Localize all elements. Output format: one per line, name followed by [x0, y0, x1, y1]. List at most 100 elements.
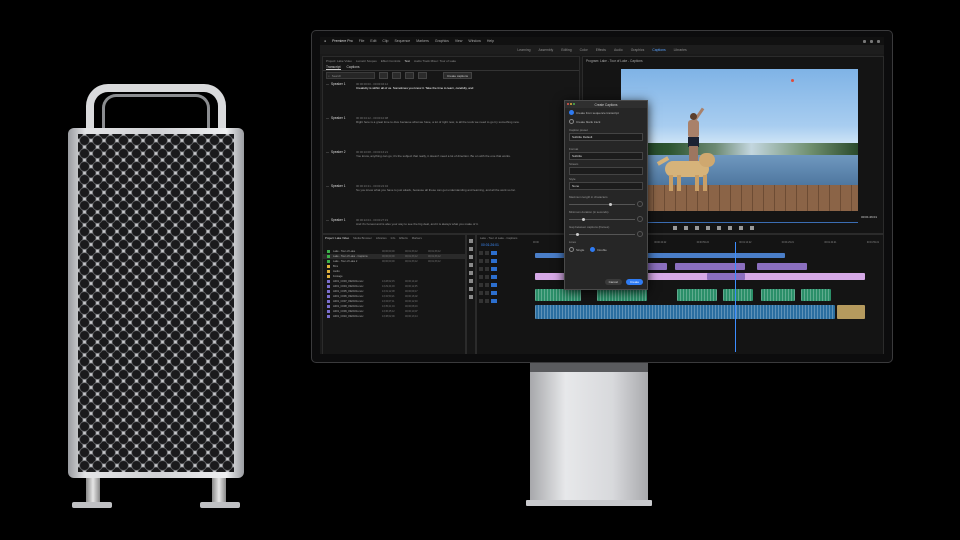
cancel-button[interactable]: Cancel: [604, 279, 622, 285]
program-title[interactable]: Program: Lake - Tour of Lake - Captions: [586, 59, 643, 63]
format-select[interactable]: Subtitle: [569, 152, 643, 160]
audio-clip[interactable]: [677, 289, 717, 301]
stream-select[interactable]: [569, 167, 643, 175]
audio-clip[interactable]: [535, 289, 581, 301]
segment-text[interactable]: So you know what you have to just attack…: [356, 188, 576, 192]
segment-text[interactable]: Right here is a great time to dive becau…: [356, 120, 576, 124]
tab-info[interactable]: Info: [391, 236, 396, 240]
audio-clip[interactable]: [837, 305, 865, 319]
ws-captions[interactable]: Captions: [652, 48, 665, 52]
project-item-row[interactable]: A001_C010_0322UG.mov 13;38;02;09 00;00;13;…: [323, 314, 465, 319]
menu-clip[interactable]: Clip: [382, 39, 388, 43]
menu-markers[interactable]: Markers: [416, 39, 429, 43]
track-header-a1[interactable]: [477, 281, 531, 289]
menu-file[interactable]: File: [359, 39, 365, 43]
tab-libraries[interactable]: Libraries: [376, 236, 387, 240]
create-captions-button[interactable]: Create captions: [443, 72, 473, 79]
tab-lumetri-scopes[interactable]: Lumetri Scopes: [356, 59, 377, 63]
zoom-dot-icon[interactable]: [573, 103, 575, 105]
apple-icon[interactable]: ●: [324, 39, 326, 43]
maximize-icon[interactable]: [870, 39, 873, 43]
segment-text[interactable]: You know, anything can go; it's the subj…: [356, 154, 576, 158]
mark-in-icon[interactable]: [673, 226, 677, 230]
video-clip[interactable]: [707, 273, 745, 280]
speaker-label[interactable]: Speaker 1: [331, 218, 346, 222]
tab-audio-mixer[interactable]: Audio Track Mixer: Tour of Lake: [414, 59, 456, 63]
timeline-timecode[interactable]: 00:01:26:01: [481, 243, 499, 247]
play-icon[interactable]: [706, 226, 710, 230]
subtab-captions[interactable]: Captions: [347, 65, 360, 69]
export-frame-icon[interactable]: [750, 226, 754, 230]
tab-media-browser[interactable]: Media Browser: [353, 236, 372, 240]
menu-view[interactable]: View: [455, 39, 463, 43]
option-from-transcript[interactable]: Create from sequence transcript: [565, 108, 647, 117]
ws-editing[interactable]: Editing: [561, 48, 571, 52]
menu-help[interactable]: Help: [487, 39, 494, 43]
video-frame[interactable]: [621, 69, 858, 211]
ws-graphics[interactable]: Graphics: [631, 48, 645, 52]
video-clip[interactable]: [757, 263, 807, 270]
type-tool-icon[interactable]: [469, 295, 473, 299]
style-select[interactable]: None: [569, 182, 643, 190]
tab-project[interactable]: Project: Lake Video: [326, 59, 352, 63]
search-input[interactable]: ⌕ Search: [326, 72, 375, 79]
speaker-label[interactable]: Speaker 1: [331, 116, 346, 120]
track-header-v1[interactable]: [477, 273, 531, 281]
selection-tool-icon[interactable]: [469, 239, 473, 243]
next-icon[interactable]: [392, 72, 401, 79]
preset-select[interactable]: Subtitle Default: [569, 133, 643, 141]
ws-audio[interactable]: Audio: [614, 48, 623, 52]
segment-text[interactable]: And it's honest and is also your way to …: [356, 222, 576, 226]
close-dot-icon[interactable]: [567, 103, 569, 105]
ws-libraries[interactable]: Libraries: [674, 48, 687, 52]
track-header-c1[interactable]: [477, 249, 531, 257]
dots-icon[interactable]: ⋯: [326, 218, 329, 222]
track-header-a3[interactable]: [477, 297, 531, 305]
add-icon[interactable]: [405, 72, 414, 79]
pen-tool-icon[interactable]: [469, 279, 473, 283]
track-header-a2[interactable]: [477, 289, 531, 297]
audio-clip[interactable]: [761, 289, 795, 301]
subtab-transcript[interactable]: Transcript: [326, 65, 341, 70]
gap-slider[interactable]: [569, 231, 643, 237]
radio-selected-icon[interactable]: [590, 247, 596, 252]
speaker-label[interactable]: Speaker 2: [331, 150, 346, 154]
ripple-tool-icon[interactable]: [469, 255, 473, 259]
radio-icon[interactable]: [569, 247, 574, 252]
menu-window[interactable]: Window: [468, 39, 480, 43]
create-button[interactable]: Create: [625, 279, 643, 285]
tab-markers[interactable]: Markers: [412, 236, 422, 240]
tab-effect-controls[interactable]: Effect Controls: [381, 59, 401, 63]
step-forward-icon[interactable]: [717, 226, 721, 230]
audio-clip[interactable]: [801, 289, 831, 301]
speaker-label[interactable]: Speaker 1: [331, 184, 346, 188]
tab-project-lake[interactable]: Project: Lake Video: [325, 236, 349, 240]
min-duration-slider[interactable]: [569, 216, 643, 222]
audio-clip[interactable]: [597, 289, 647, 301]
audio-clip[interactable]: [535, 305, 835, 319]
tab-effects[interactable]: Effects: [399, 236, 408, 240]
more-icon[interactable]: [418, 72, 427, 79]
track-select-tool-icon[interactable]: [469, 247, 473, 251]
prev-icon[interactable]: [379, 72, 388, 79]
track-header-v3[interactable]: [477, 257, 531, 265]
minimize-icon[interactable]: [863, 39, 866, 43]
tab-text[interactable]: Text: [404, 59, 410, 63]
step-back-icon[interactable]: [695, 226, 699, 230]
option-blank-track[interactable]: Create blank track: [565, 117, 647, 126]
program-scrubber[interactable]: [621, 222, 858, 223]
dots-icon[interactable]: ⋯: [326, 82, 329, 86]
segment-text[interactable]: Creativity is within all of us. Sometime…: [356, 86, 576, 90]
ws-learning[interactable]: Learning: [517, 48, 530, 52]
insert-icon[interactable]: [728, 226, 732, 230]
ws-assembly[interactable]: Assembly: [539, 48, 554, 52]
dots-icon[interactable]: ⋯: [326, 150, 329, 154]
slip-tool-icon[interactable]: [469, 271, 473, 275]
overwrite-icon[interactable]: [739, 226, 743, 230]
ws-effects[interactable]: Effects: [596, 48, 606, 52]
mark-out-icon[interactable]: [684, 226, 688, 230]
playhead[interactable]: [735, 242, 736, 352]
menu-edit[interactable]: Edit: [370, 39, 376, 43]
tab-sequence[interactable]: Lake - Tour of Lake - Captions: [480, 236, 517, 240]
hand-tool-icon[interactable]: [469, 287, 473, 291]
